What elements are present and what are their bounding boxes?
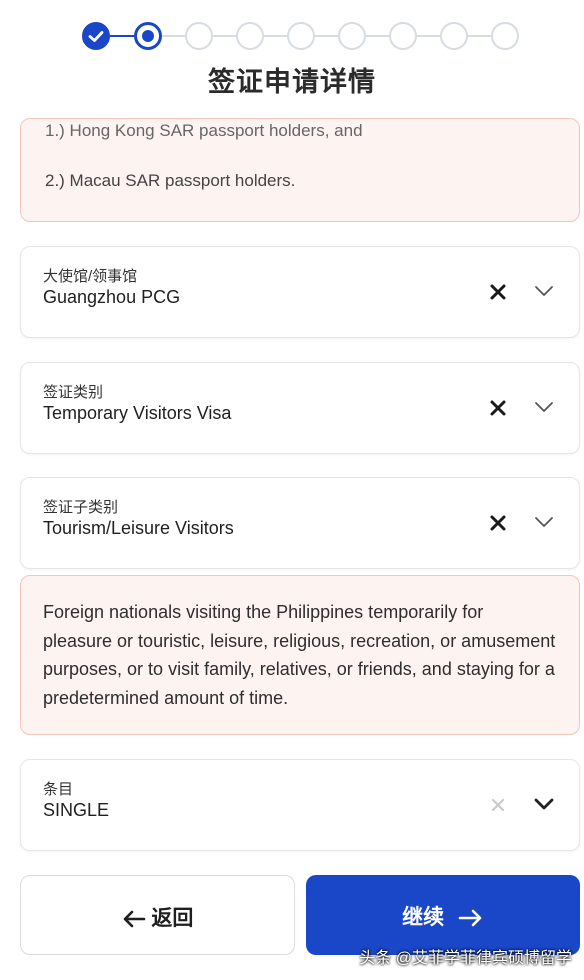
entry-value: SINGLE — [43, 800, 110, 820]
step-connector — [417, 35, 440, 37]
visa-subtype-label: 签证子类别 — [43, 499, 119, 516]
step-7 — [389, 22, 417, 50]
clear-icon — [491, 798, 505, 812]
step-9 — [491, 22, 519, 50]
step-connector — [366, 35, 389, 37]
visa-description-notice: Foreign nationals visiting the Philippin… — [20, 575, 580, 735]
page-title: 签证申请详情 — [208, 67, 376, 97]
visa-type-label: 签证类别 — [43, 384, 104, 401]
notice-line: 2.) Macau SAR passport holders. — [45, 171, 296, 190]
clear-icon[interactable] — [487, 397, 509, 419]
step-2-current — [134, 22, 162, 50]
chevron-down-icon[interactable] — [533, 796, 555, 812]
entry-label: 条目 — [43, 781, 74, 798]
clear-icon[interactable] — [487, 281, 509, 303]
back-button-label: 返回 — [151, 907, 194, 930]
visa-type-value: Temporary Visitors Visa — [43, 403, 232, 423]
step-connector — [110, 35, 136, 37]
arrow-left-icon — [123, 910, 145, 928]
visa-subtype-select[interactable]: 签证子类别 Tourism/Leisure Visitors — [20, 477, 580, 569]
step-8 — [440, 22, 468, 50]
visa-subtype-value: Tourism/Leisure Visitors — [43, 518, 234, 538]
step-connector — [315, 35, 338, 37]
step-5 — [287, 22, 315, 50]
step-1-completed — [82, 22, 110, 50]
check-icon — [88, 31, 104, 42]
clear-icon[interactable] — [487, 512, 509, 534]
embassy-select[interactable]: 大使馆/领事馆 Guangzhou PCG — [20, 246, 580, 338]
notice-line: 1.) Hong Kong SAR passport holders, and — [45, 121, 363, 140]
step-4 — [236, 22, 264, 50]
progress-stepper — [0, 20, 584, 52]
step-3 — [185, 22, 213, 50]
chevron-down-icon[interactable] — [533, 283, 555, 299]
step-connector — [468, 35, 491, 37]
eligibility-notice: 1.) Hong Kong SAR passport holders, and … — [20, 118, 580, 222]
visa-type-select[interactable]: 签证类别 Temporary Visitors Visa — [20, 362, 580, 454]
continue-button-label: 继续 — [402, 906, 445, 929]
step-6 — [338, 22, 366, 50]
chevron-down-icon[interactable] — [533, 399, 555, 415]
watermark: 头条 @艾菲学菲律宾硕博留学 — [359, 950, 572, 967]
arrow-right-icon — [458, 909, 482, 927]
embassy-value: Guangzhou PCG — [43, 287, 181, 307]
step-connector — [213, 35, 236, 37]
embassy-label: 大使馆/领事馆 — [43, 268, 138, 285]
step-connector — [264, 35, 287, 37]
back-button[interactable]: 返回 — [20, 875, 295, 955]
continue-button[interactable]: 继续 — [306, 875, 580, 955]
chevron-down-icon[interactable] — [533, 514, 555, 530]
step-connector — [162, 35, 185, 37]
entry-select[interactable]: 条目 SINGLE — [20, 759, 580, 851]
